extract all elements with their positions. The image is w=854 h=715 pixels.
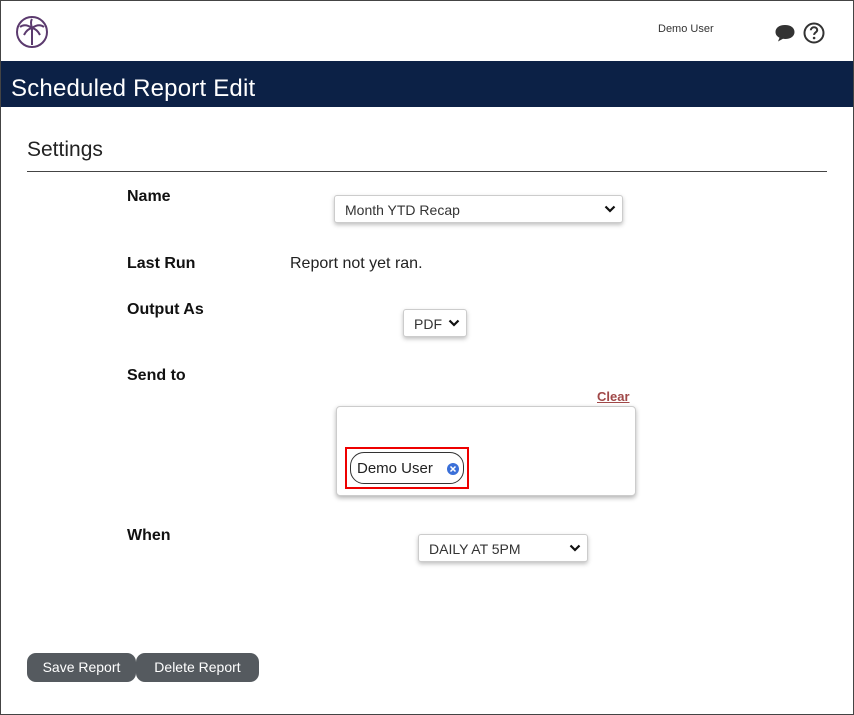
recipient-chip-label: Demo User bbox=[357, 460, 433, 477]
schedule-value: DAILY AT 5PM bbox=[429, 541, 521, 557]
top-bar: Demo User bbox=[1, 1, 853, 59]
last-run-value: Report not yet ran. bbox=[290, 255, 423, 272]
delete-report-button[interactable]: Delete Report bbox=[136, 653, 259, 682]
report-name-select[interactable]: Month YTD Recap bbox=[334, 195, 623, 223]
close-circle-icon[interactable] bbox=[447, 463, 459, 475]
last-run-label: Last Run bbox=[127, 255, 196, 272]
recipient-chip: Demo User bbox=[350, 452, 464, 484]
save-report-button[interactable]: Save Report bbox=[27, 653, 136, 682]
when-label: When bbox=[127, 527, 171, 544]
question-circle-icon[interactable] bbox=[803, 22, 825, 44]
speech-bubble-icon[interactable] bbox=[774, 23, 796, 43]
chevron-down-icon bbox=[448, 319, 460, 327]
output-as-label: Output As bbox=[127, 301, 204, 318]
palm-tree-logo-icon[interactable] bbox=[15, 15, 49, 49]
page-title: Scheduled Report Edit bbox=[11, 75, 256, 102]
clear-recipients-link[interactable]: Clear bbox=[597, 389, 630, 404]
report-name-value: Month YTD Recap bbox=[345, 202, 460, 218]
chevron-down-icon bbox=[569, 544, 581, 552]
chevron-down-icon bbox=[604, 205, 616, 213]
schedule-select[interactable]: DAILY AT 5PM bbox=[418, 534, 588, 562]
user-name[interactable]: Demo User bbox=[658, 23, 714, 35]
output-format-select[interactable]: PDF bbox=[403, 309, 467, 337]
send-to-label: Send to bbox=[127, 367, 186, 384]
app-frame bbox=[0, 0, 854, 715]
name-label: Name bbox=[127, 188, 171, 205]
section-divider bbox=[27, 171, 827, 172]
output-format-value: PDF bbox=[414, 316, 442, 332]
page-header: Scheduled Report Edit bbox=[1, 59, 853, 107]
settings-section-title: Settings bbox=[27, 138, 103, 161]
